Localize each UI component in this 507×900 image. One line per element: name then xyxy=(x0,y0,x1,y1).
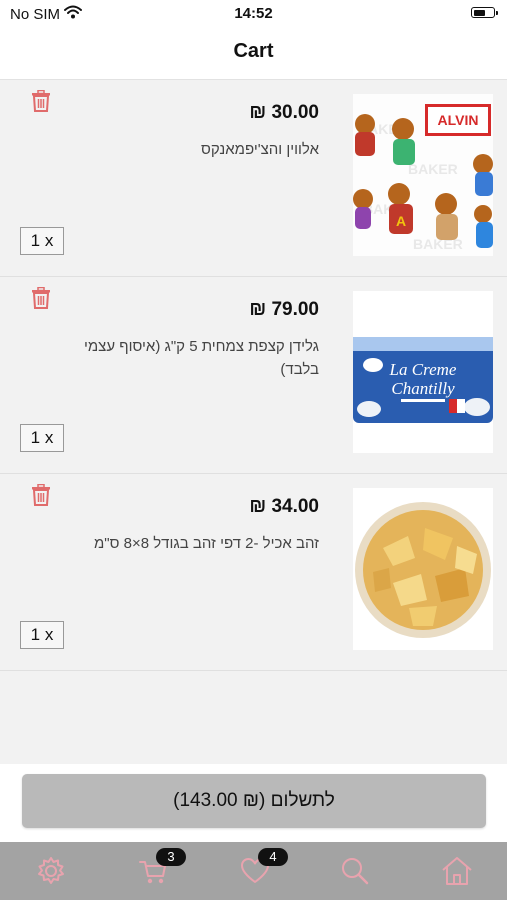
product-logo-text: Chantilly xyxy=(391,379,455,398)
trash-icon[interactable] xyxy=(31,89,51,117)
quantity-field[interactable]: 1 x xyxy=(20,227,64,255)
quantity-field[interactable]: 1 x xyxy=(20,621,64,649)
page-title: Cart xyxy=(233,40,274,62)
tab-bar: 3 4 xyxy=(0,842,507,900)
trash-icon[interactable] xyxy=(31,483,51,511)
status-bar: No SIM 14:52 xyxy=(0,0,507,28)
tab-settings[interactable] xyxy=(34,854,68,888)
item-name: אלווין והצ'יפמאנקס xyxy=(201,141,319,158)
checkout-button[interactable]: לתשלום (₪ 143.00) xyxy=(22,774,486,828)
home-icon xyxy=(440,854,474,888)
item-name: גלידן קצפת צמחית 5 ק"ג (איסוף עצמי בלבד) xyxy=(83,338,319,378)
svg-text:BAKER: BAKER xyxy=(408,161,458,177)
battery-icon xyxy=(471,7,498,18)
item-name: זהב אכיל -2 דפי זהב בגודל 8×8 ס"מ xyxy=(93,535,319,552)
cart-count-badge: 3 xyxy=(156,848,186,866)
cart-item[interactable]: 34.00 ₪ זהב אכיל -2 דפי זהב בגודל 8×8 ס"… xyxy=(0,474,507,671)
tab-cart[interactable]: 3 xyxy=(136,848,186,888)
search-icon xyxy=(338,854,372,888)
quantity-field[interactable]: 1 x xyxy=(20,424,64,452)
trash-icon[interactable] xyxy=(31,286,51,314)
product-logo-text: La Creme xyxy=(389,360,457,379)
cart-item[interactable]: La Creme Chantilly 79.00 ₪ גלידן קצפת צמ… xyxy=(0,277,507,474)
tab-favorites[interactable]: 4 xyxy=(238,848,288,888)
clock: 14:52 xyxy=(234,5,273,22)
tab-home[interactable] xyxy=(440,854,474,888)
gear-icon xyxy=(34,854,68,888)
svg-text:A: A xyxy=(396,213,406,229)
item-price: 34.00 ₪ xyxy=(249,496,319,517)
product-image: La Creme Chantilly xyxy=(353,291,493,453)
favorites-count-badge: 4 xyxy=(258,848,288,866)
tab-search[interactable] xyxy=(338,854,372,888)
product-image: BAKER BAKER BAKER BAKER ALVIN A xyxy=(353,94,493,256)
checkout-area: לתשלום (₪ 143.00) xyxy=(0,764,507,842)
item-price: 30.00 ₪ xyxy=(249,102,319,123)
product-image xyxy=(353,488,493,650)
cart-list: BAKER BAKER BAKER BAKER ALVIN A 30.00 ₪ אלו… xyxy=(0,80,507,764)
cart-item[interactable]: BAKER BAKER BAKER BAKER ALVIN A 30.00 ₪ אלו… xyxy=(0,80,507,277)
product-logo-text: ALVIN xyxy=(438,112,479,128)
item-price: 79.00 ₪ xyxy=(249,299,319,320)
